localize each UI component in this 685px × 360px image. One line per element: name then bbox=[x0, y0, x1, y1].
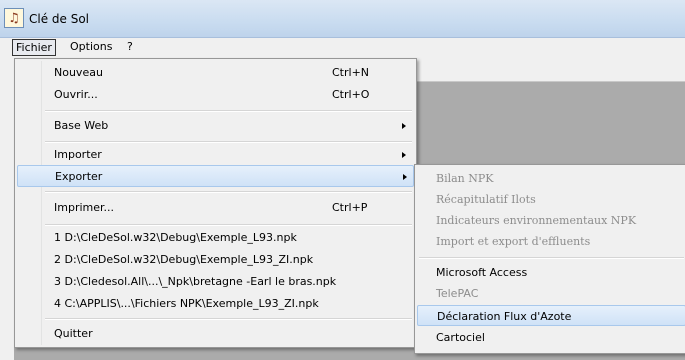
menu-item-label: Ouvrir... bbox=[54, 88, 98, 101]
menu-separator bbox=[45, 191, 412, 193]
menu-separator bbox=[45, 224, 412, 226]
menu-bar: Fichier Options ? bbox=[0, 38, 685, 58]
submenu-arrow-icon bbox=[402, 123, 406, 129]
submenu-item-label: Cartociel bbox=[436, 331, 485, 344]
submenu-item-effluents[interactable]: Import et export d'effluents bbox=[417, 231, 685, 252]
submenu-item-bilan-npk[interactable]: Bilan NPK bbox=[417, 168, 685, 189]
submenu-item-microsoft-access[interactable]: Microsoft Access bbox=[417, 262, 685, 283]
submenu-item-telepac[interactable]: TelePAC bbox=[417, 283, 685, 304]
menu-item-recent-3[interactable]: 3 D:\Cledesol.All\...\_Npk\bretagne -Ear… bbox=[17, 271, 414, 293]
menu-item-recent-2[interactable]: 2 D:\CleDeSol.w32\Debug\Exemple_L93_ZI.n… bbox=[17, 249, 414, 271]
submenu-item-recapitulatif-ilots[interactable]: Récapitulatif Ilots bbox=[417, 189, 685, 210]
submenu-item-indicateurs[interactable]: Indicateurs environnementaux NPK bbox=[417, 210, 685, 231]
menu-item-base-web[interactable]: Base Web bbox=[17, 115, 414, 137]
submenu-arrow-icon bbox=[403, 174, 407, 180]
submenu-item-label: Indicateurs environnementaux NPK bbox=[436, 214, 637, 227]
submenu-item-label: Import et export d'effluents bbox=[436, 235, 591, 248]
menu-item-exporter[interactable]: Exporter bbox=[17, 165, 414, 187]
export-submenu: Bilan NPK Récapitulatif Ilots Indicateur… bbox=[414, 164, 685, 354]
menu-item-shortcut: Ctrl+P bbox=[332, 201, 368, 214]
file-menu-dropdown: Nouveau Ctrl+N Ouvrir... Ctrl+O Base Web… bbox=[14, 58, 417, 348]
menu-item-label: Quitter bbox=[54, 327, 93, 340]
menu-item-recent-4[interactable]: 4 C:\APPLIS\...\Fichiers NPK\Exemple_L93… bbox=[17, 293, 414, 315]
menu-item-shortcut: Ctrl+O bbox=[332, 88, 370, 101]
submenu-item-label: TelePAC bbox=[436, 287, 479, 300]
menu-item-recent-1[interactable]: 1 D:\CleDeSol.w32\Debug\Exemple_L93.npk bbox=[17, 227, 414, 249]
menu-item-label: Imprimer... bbox=[54, 201, 115, 214]
menu-item-shortcut: Ctrl+N bbox=[332, 66, 370, 79]
menu-item-ouvrir[interactable]: Ouvrir... Ctrl+O bbox=[17, 84, 414, 106]
submenu-item-declaration-flux-azote[interactable]: Déclaration Flux d'Azote bbox=[417, 305, 685, 326]
menu-separator bbox=[45, 318, 412, 320]
submenu-item-label: Récapitulatif Ilots bbox=[436, 193, 536, 206]
menu-item-label: 1 D:\CleDeSol.w32\Debug\Exemple_L93.npk bbox=[54, 231, 297, 244]
menu-separator bbox=[419, 257, 684, 259]
submenu-item-cartociel[interactable]: Cartociel bbox=[417, 327, 685, 348]
submenu-item-label: Bilan NPK bbox=[436, 172, 494, 185]
menu-item-label: 4 C:\APPLIS\...\Fichiers NPK\Exemple_L93… bbox=[54, 297, 319, 310]
menu-options[interactable]: Options bbox=[67, 39, 115, 56]
menu-item-label: Base Web bbox=[54, 119, 109, 132]
menu-item-nouveau[interactable]: Nouveau Ctrl+N bbox=[17, 62, 414, 84]
submenu-item-label: Déclaration Flux d'Azote bbox=[437, 310, 572, 323]
submenu-item-label: Microsoft Access bbox=[436, 266, 528, 279]
menu-item-label: Exporter bbox=[55, 170, 103, 183]
menu-fichier[interactable]: Fichier bbox=[12, 39, 56, 56]
menu-item-label: Importer bbox=[54, 148, 102, 161]
title-bar: ♫ Clé de Sol bbox=[0, 0, 685, 38]
menu-item-imprimer[interactable]: Imprimer... Ctrl+P bbox=[17, 197, 414, 219]
menu-separator bbox=[45, 110, 412, 112]
menu-item-quitter[interactable]: Quitter bbox=[17, 323, 414, 345]
menu-item-label: 2 D:\CleDeSol.w32\Debug\Exemple_L93_ZI.n… bbox=[54, 253, 314, 266]
menu-item-importer[interactable]: Importer bbox=[17, 144, 414, 166]
window-title: Clé de Sol bbox=[29, 12, 90, 26]
menu-separator bbox=[45, 141, 412, 143]
clef-app-icon[interactable]: ♫ bbox=[4, 8, 24, 28]
menu-item-label: 3 D:\Cledesol.All\...\_Npk\bretagne -Ear… bbox=[54, 275, 337, 288]
menu-item-label: Nouveau bbox=[54, 66, 103, 79]
menu-help[interactable]: ? bbox=[124, 39, 136, 56]
submenu-arrow-icon bbox=[402, 152, 406, 158]
